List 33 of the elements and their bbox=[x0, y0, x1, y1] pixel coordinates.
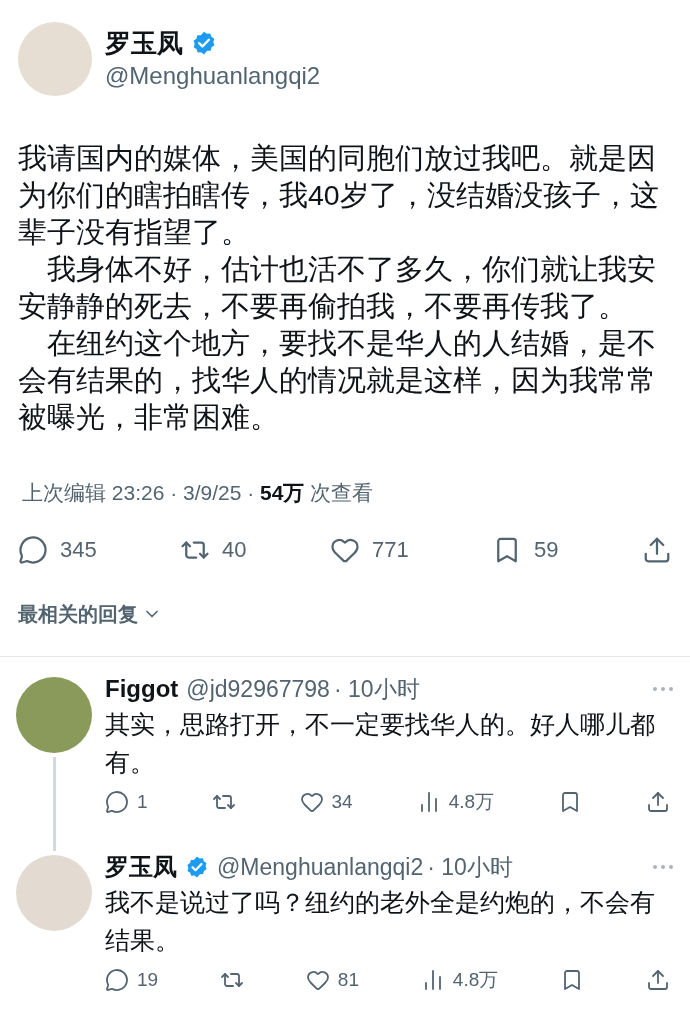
share-icon bbox=[646, 967, 670, 992]
share-button[interactable] bbox=[646, 790, 670, 815]
post-paragraph: 我身体不好，估计也活不了多久，你们就让我安安静静的死去，不要再偷拍我，不要再传我了。 bbox=[18, 252, 657, 324]
sort-replies-menu[interactable]: 最相关的回复 bbox=[18, 600, 162, 628]
post-paragraph: 在纽约这个地方，要找不是华人的人结婚，是不会有结果的，找华人的情况就是这样，因为我常常被曝光，非常困难。 bbox=[18, 326, 657, 435]
author-name: 罗玉凤 bbox=[105, 27, 183, 60]
reply-icon bbox=[18, 534, 48, 565]
reply-author-name: 罗玉凤 bbox=[105, 851, 177, 882]
reply-text: 其实，思路打开，不一定要找华人的。好人哪儿都有。 bbox=[105, 709, 656, 778]
share-icon bbox=[646, 790, 670, 815]
reply-button[interactable]: 345 bbox=[18, 533, 97, 566]
views-button[interactable]: 4.8万 bbox=[416, 788, 495, 817]
post-meta: 上次编辑 23:26 · 3/9/25 · 54万 次查看 bbox=[21, 480, 375, 506]
reply-button[interactable]: 1 bbox=[105, 788, 148, 817]
reply-author-name: Figgot bbox=[105, 674, 179, 704]
author-handle: @Menghuanlangqi2 bbox=[105, 61, 321, 91]
like-button[interactable]: 81 bbox=[305, 965, 359, 994]
like-icon bbox=[299, 790, 324, 815]
views-button[interactable]: 4.8万 bbox=[420, 965, 499, 994]
like-button[interactable]: 34 bbox=[299, 788, 353, 817]
reply-time: · 10小时 bbox=[427, 852, 513, 882]
reply-icon bbox=[105, 967, 129, 992]
reply-button[interactable]: 19 bbox=[105, 965, 159, 994]
reply-handle: @Menghuanlangqi2 bbox=[217, 852, 424, 882]
reply-time: · 10小时 bbox=[333, 675, 420, 704]
reply-text: 我不是说过了吗？纽约的老外全是约炮的，不会有结果。 bbox=[105, 886, 656, 956]
share-button[interactable] bbox=[646, 967, 670, 992]
bookmark-button[interactable]: 59 bbox=[492, 533, 559, 566]
reply-handle: @jd92967798 bbox=[186, 675, 330, 704]
post-paragraph: 我请国内的媒体，美国的同胞们放过我吧。就是因为你们的瞎拍瞎传，我40岁了，没结婚没孩子，这辈子没有指望了。 bbox=[18, 141, 660, 250]
like-button[interactable]: 771 bbox=[330, 533, 409, 566]
repost-button[interactable]: 40 bbox=[180, 533, 247, 566]
reply-icon bbox=[105, 790, 129, 815]
